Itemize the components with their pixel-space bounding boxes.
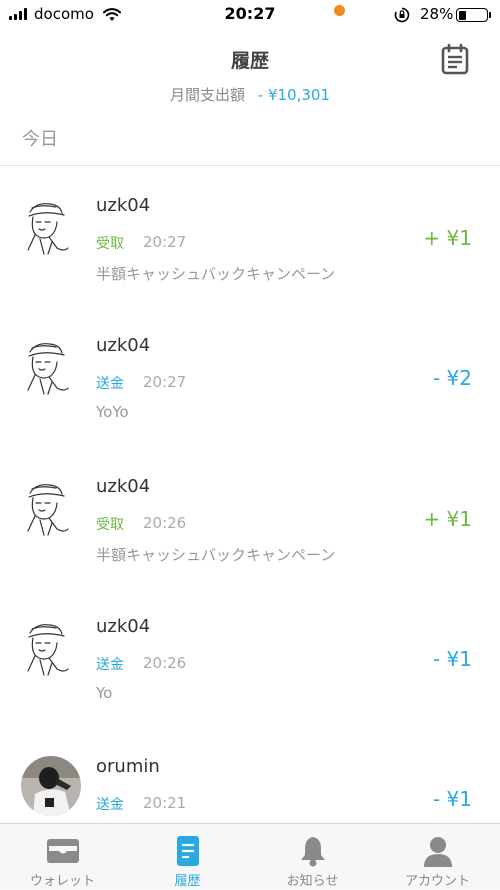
transaction-type: 受取 <box>96 517 124 533</box>
avatar <box>22 479 78 537</box>
tab-label: ウォレット <box>29 874 95 889</box>
transaction-time: 20:27 <box>143 373 187 391</box>
transaction-memo: 半額キャッシュバックキャンペーン <box>96 546 336 564</box>
transaction-memo: Yo <box>96 684 113 702</box>
divider <box>0 165 500 166</box>
calendar-icon[interactable] <box>438 42 472 76</box>
section-header-today: 今日 <box>22 129 58 150</box>
transaction-type: 送金 <box>96 657 124 673</box>
monthly-spending-label: 月間支出額 <box>169 86 245 104</box>
tab-bar: ウォレット 履歴 お知らせ アカウント <box>0 823 500 889</box>
tab-label: お知らせ <box>286 874 339 889</box>
account-icon <box>421 834 455 868</box>
transaction-name: uzk04 <box>96 335 151 356</box>
tab-label: 履歴 <box>174 874 201 889</box>
avatar <box>22 338 78 396</box>
transaction-memo: 半額キャッシュバックキャンペーン <box>96 265 336 283</box>
transaction-time: 20:27 <box>143 233 187 251</box>
transaction-amount: + ¥1 <box>423 226 472 250</box>
transaction-memo: YoYo <box>96 403 129 421</box>
monthly-spending: 月間支出額 - ¥10,301 <box>0 84 500 105</box>
bell-icon <box>296 834 330 868</box>
battery-percent: 28% <box>420 5 454 23</box>
transaction-name: orumin <box>96 756 160 777</box>
transaction-amount: - ¥1 <box>432 647 472 671</box>
wallet-icon <box>46 834 80 868</box>
transaction-row[interactable]: uzk04 送金 20:26 Yo - ¥1 <box>0 589 500 729</box>
rotation-lock-icon <box>394 7 410 27</box>
transaction-amount: + ¥1 <box>423 507 472 531</box>
transaction-time: 20:26 <box>143 654 187 672</box>
transaction-name: uzk04 <box>96 616 151 637</box>
history-icon <box>171 834 205 868</box>
transaction-name: uzk04 <box>96 476 151 497</box>
tab-label: アカウント <box>404 874 470 889</box>
page-title: 履歴 <box>230 50 269 72</box>
transaction-time: 20:26 <box>143 514 187 532</box>
tab-wallet[interactable]: ウォレット <box>0 824 125 890</box>
transaction-amount: - ¥1 <box>432 787 472 811</box>
battery-tip <box>489 12 491 18</box>
transaction-amount: - ¥2 <box>432 366 472 390</box>
transaction-time: 20:21 <box>143 794 187 812</box>
status-bar: docomo 20:27 28% <box>0 0 500 30</box>
transaction-name: uzk04 <box>96 195 151 216</box>
battery-icon <box>456 8 488 22</box>
transaction-row[interactable]: uzk04 受取 20:26 半額キャッシュバックキャンペーン + ¥1 <box>0 449 500 589</box>
transaction-row[interactable]: uzk04 受取 20:27 半額キャッシュバックキャンペーン + ¥1 <box>0 168 500 308</box>
avatar <box>22 198 78 256</box>
avatar <box>21 756 81 816</box>
transaction-type: 受取 <box>96 236 124 252</box>
tab-account[interactable]: アカウント <box>375 824 500 890</box>
transaction-row[interactable]: uzk04 送金 20:27 YoYo - ¥2 <box>0 308 500 448</box>
monthly-spending-value: - ¥10,301 <box>257 86 330 104</box>
transaction-type: 送金 <box>96 797 124 813</box>
tab-notifications[interactable]: お知らせ <box>250 824 375 890</box>
avatar <box>22 619 78 677</box>
tab-history[interactable]: 履歴 <box>125 824 250 890</box>
transaction-type: 送金 <box>96 376 124 392</box>
notification-badge <box>334 5 345 16</box>
